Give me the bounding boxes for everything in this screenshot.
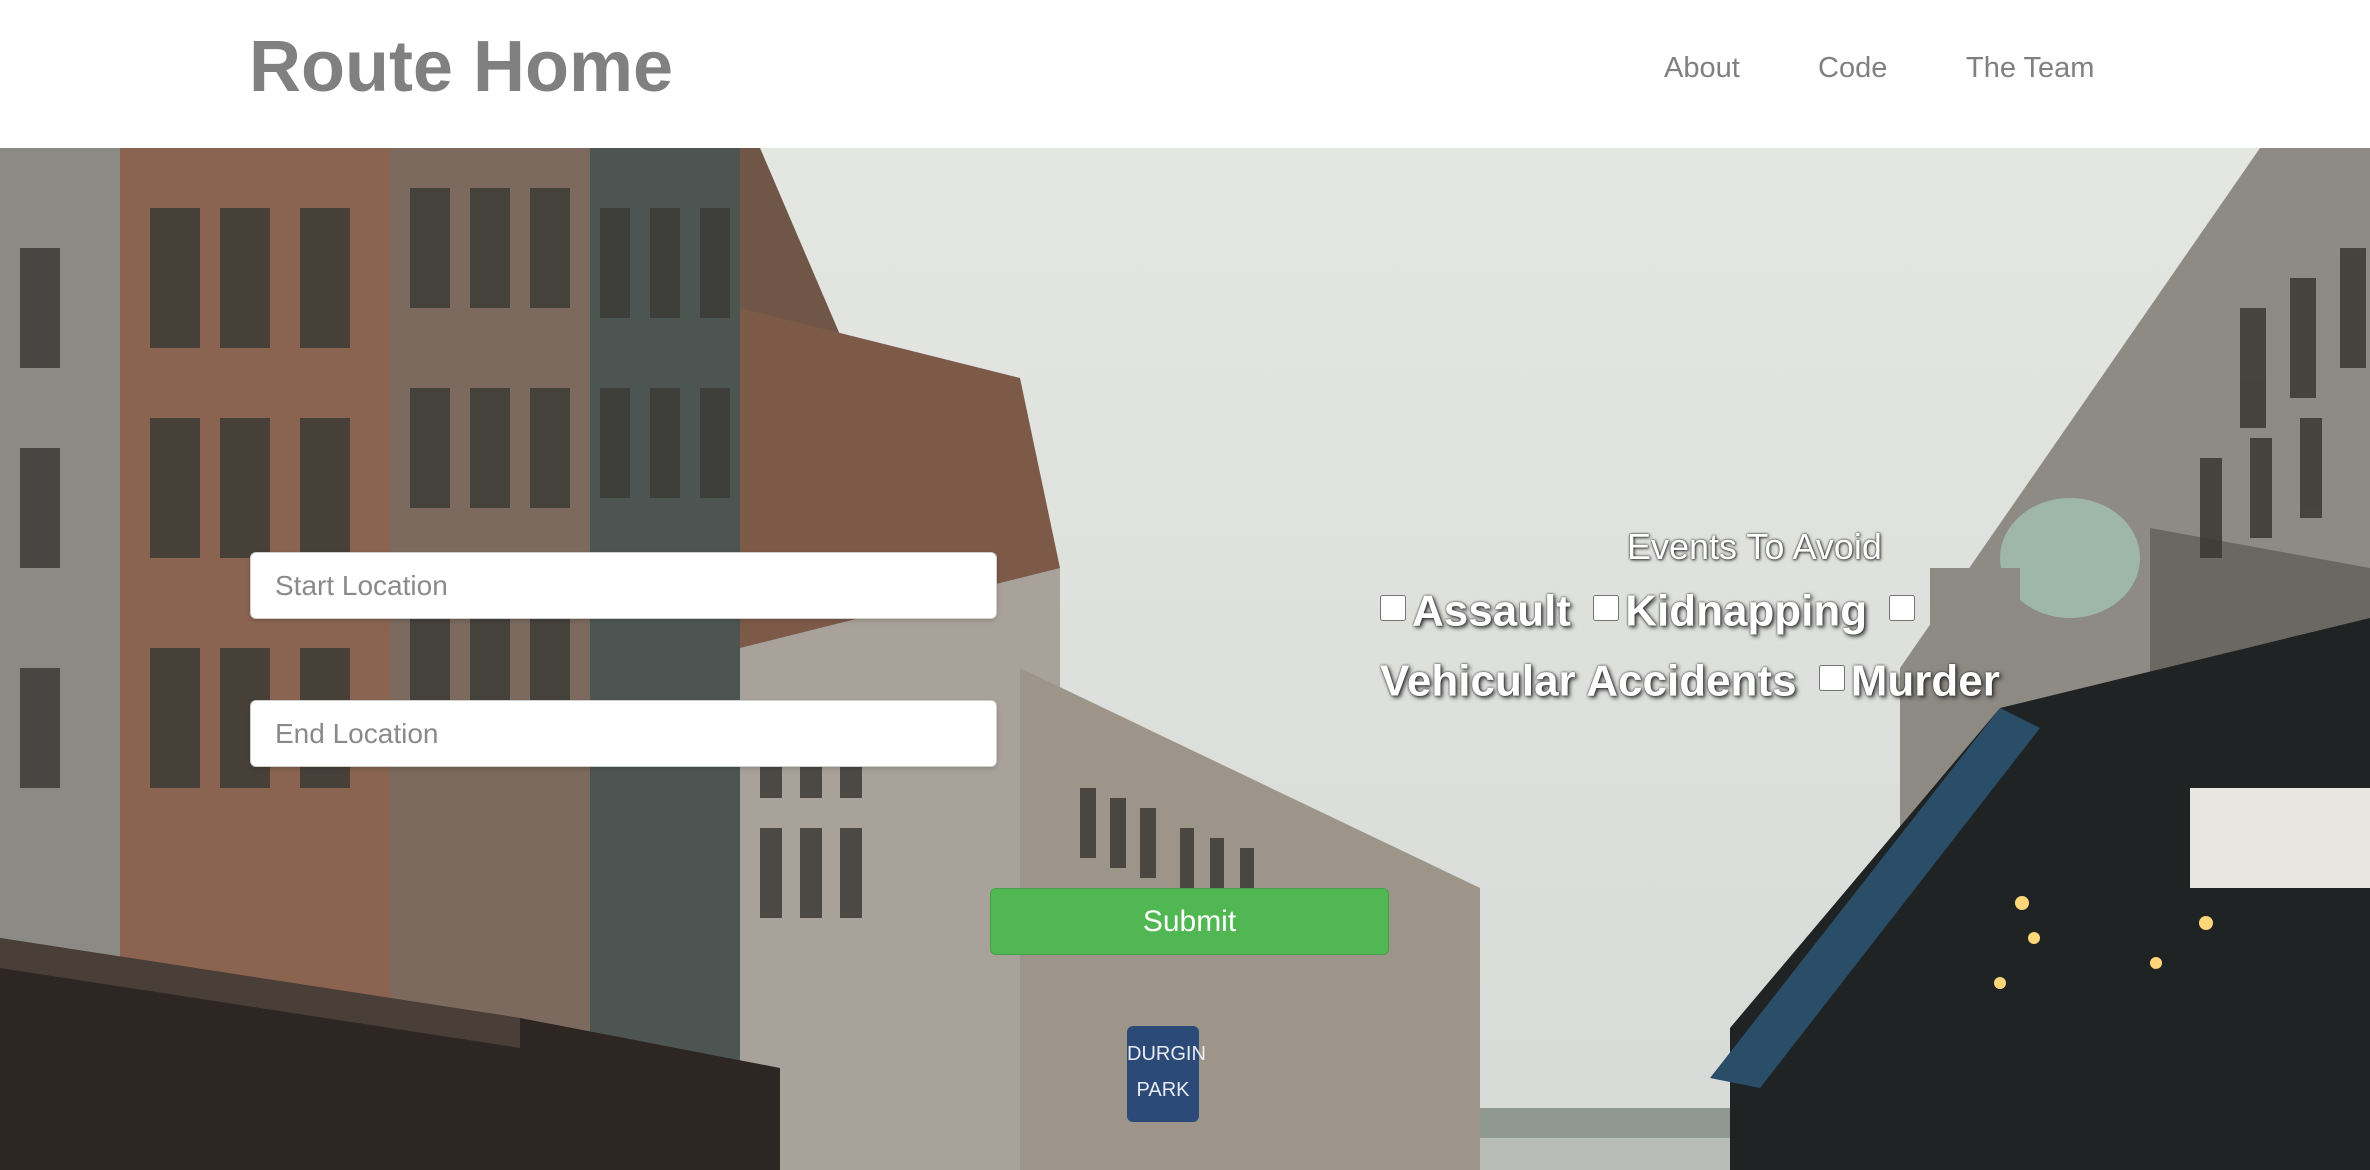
street-sign: DURGIN PARK xyxy=(1127,1026,1206,1122)
brand-logo[interactable]: Route Home xyxy=(249,26,673,108)
top-nav: About Code The Team xyxy=(1664,52,2370,92)
street-background-image xyxy=(0,148,2370,1170)
nav-code[interactable]: Code xyxy=(1818,52,1887,85)
assault-label[interactable]: Assault xyxy=(1412,586,1571,635)
nav-about[interactable]: About xyxy=(1664,52,1740,85)
nav-the-team[interactable]: The Team xyxy=(1966,52,2094,85)
events-options-row-1: Assault Kidnapping xyxy=(1380,584,1921,636)
kidnapping-checkbox[interactable] xyxy=(1593,595,1620,622)
events-options-row-2: Vehicular Accidents Murder xyxy=(1380,654,2000,706)
kidnapping-label[interactable]: Kidnapping xyxy=(1625,586,1867,635)
hero-section: DURGIN PARK Submit Events To Avoid Assau… xyxy=(0,148,2370,1170)
start-location-input[interactable] xyxy=(250,552,997,619)
sign-line-1: DURGIN xyxy=(1127,1043,1206,1065)
events-to-avoid-heading: Events To Avoid xyxy=(1627,526,1882,567)
end-location-input[interactable] xyxy=(250,700,997,767)
murder-label[interactable]: Murder xyxy=(1851,656,2000,705)
site-header: Route Home About Code The Team xyxy=(0,0,2370,148)
vehicular-accidents-checkbox[interactable] xyxy=(1889,595,1916,622)
sign-line-2: PARK xyxy=(1136,1079,1190,1101)
vehicular-accidents-label[interactable]: Vehicular Accidents xyxy=(1380,656,1797,705)
assault-checkbox[interactable] xyxy=(1380,595,1406,622)
murder-checkbox[interactable] xyxy=(1818,665,1845,692)
submit-button[interactable]: Submit xyxy=(990,888,1389,955)
